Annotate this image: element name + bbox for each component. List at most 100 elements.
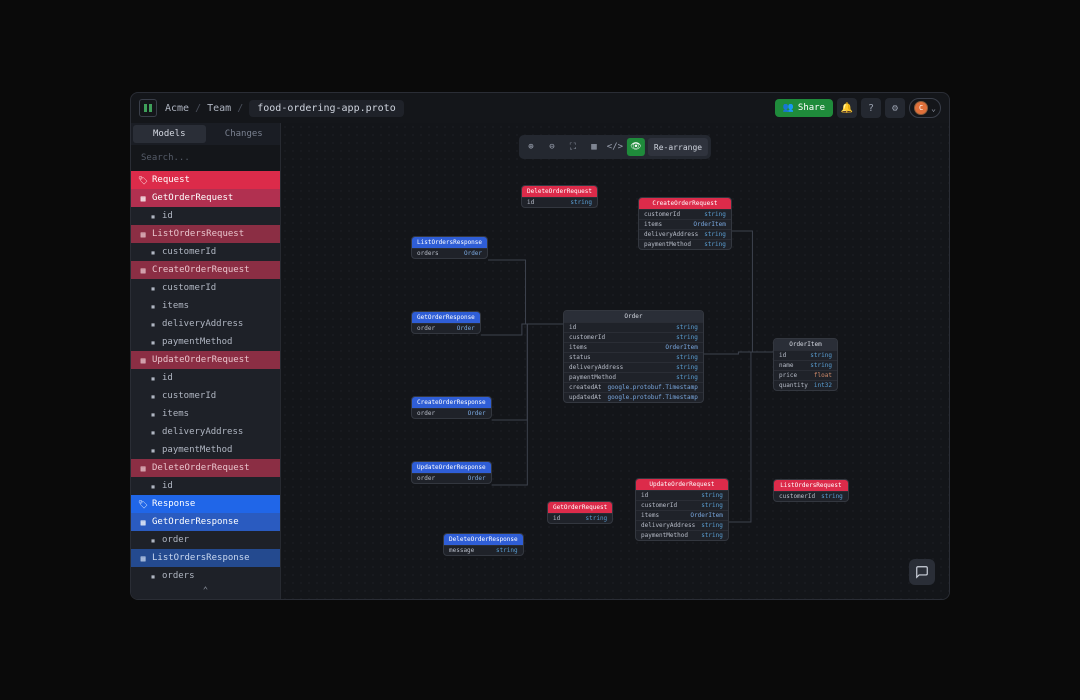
node-field[interactable]: deliveryAddressstring bbox=[636, 520, 728, 530]
node-field[interactable]: customerIdstring bbox=[639, 209, 731, 219]
node-field[interactable]: itemsOrderItem bbox=[564, 342, 703, 352]
preview-icon[interactable]: 👁 bbox=[627, 138, 645, 156]
node-field[interactable]: customerIdstring bbox=[564, 332, 703, 342]
field-items[interactable]: ▪items bbox=[131, 297, 280, 315]
field-items[interactable]: ▪items bbox=[131, 405, 280, 423]
field-paymentMethod[interactable]: ▪paymentMethod bbox=[131, 441, 280, 459]
field-orders[interactable]: ▪orders bbox=[131, 567, 280, 583]
node-GetOrderRequest[interactable]: GetOrderRequestidstring bbox=[547, 501, 613, 524]
settings-icon[interactable]: ⚙ bbox=[885, 98, 905, 118]
node-header[interactable]: Order bbox=[564, 311, 703, 322]
field-id[interactable]: ▪id bbox=[131, 369, 280, 387]
category-response[interactable]: 🏷Response bbox=[131, 495, 280, 513]
node-field[interactable]: idstring bbox=[548, 513, 612, 523]
node-field[interactable]: idstring bbox=[774, 350, 837, 360]
model-ListOrdersResponse[interactable]: ▦ListOrdersResponse bbox=[131, 549, 280, 567]
node-field[interactable]: ordersOrder bbox=[412, 248, 487, 258]
node-field[interactable]: pricefloat bbox=[774, 370, 837, 380]
node-field[interactable]: deliveryAddressstring bbox=[564, 362, 703, 372]
model-CreateOrderRequest[interactable]: ▦CreateOrderRequest bbox=[131, 261, 280, 279]
node-field[interactable]: idstring bbox=[522, 197, 597, 207]
node-DeleteOrderRequest[interactable]: DeleteOrderRequestidstring bbox=[521, 185, 598, 208]
field-customerId[interactable]: ▪customerId bbox=[131, 279, 280, 297]
field-customerId[interactable]: ▪customerId bbox=[131, 243, 280, 261]
node-field[interactable]: customerIdstring bbox=[636, 500, 728, 510]
field-id[interactable]: ▪id bbox=[131, 207, 280, 225]
node-CreateOrderResponse[interactable]: CreateOrderResponseorderOrder bbox=[411, 396, 492, 419]
node-header[interactable]: DeleteOrderResponse bbox=[444, 534, 523, 545]
app-logo[interactable] bbox=[139, 99, 157, 117]
field-deliveryAddress[interactable]: ▪deliveryAddress bbox=[131, 315, 280, 333]
node-header[interactable]: CreateOrderRequest bbox=[639, 198, 731, 209]
field-customerId[interactable]: ▪customerId bbox=[131, 387, 280, 405]
node-header[interactable]: GetOrderRequest bbox=[548, 502, 612, 513]
fit-icon[interactable]: ⛶ bbox=[564, 138, 582, 156]
node-field[interactable]: orderOrder bbox=[412, 408, 491, 418]
node-field[interactable]: idstring bbox=[564, 322, 703, 332]
node-field[interactable]: customerIdstring bbox=[774, 491, 848, 501]
node-field[interactable]: updatedAtgoogle.protobuf.Timestamp bbox=[564, 392, 703, 402]
model-ListOrdersRequest[interactable]: ▦ListOrdersRequest bbox=[131, 225, 280, 243]
rearrange-button[interactable]: Re-arrange bbox=[648, 138, 708, 156]
node-GetOrderResponse[interactable]: GetOrderResponseorderOrder bbox=[411, 311, 481, 334]
field-icon: ▪ bbox=[149, 482, 157, 490]
node-UpdateOrderRequest[interactable]: UpdateOrderRequestidstringcustomerIdstri… bbox=[635, 478, 729, 541]
node-UpdateOrderResponse[interactable]: UpdateOrderResponseorderOrder bbox=[411, 461, 492, 484]
node-header[interactable]: DeleteOrderRequest bbox=[522, 186, 597, 197]
node-OrderItem[interactable]: OrderItemidstringnamestringpricefloatqua… bbox=[773, 338, 838, 391]
zoom-out-icon[interactable]: ⊖ bbox=[543, 138, 561, 156]
node-field[interactable]: orderOrder bbox=[412, 473, 491, 483]
node-header[interactable]: OrderItem bbox=[774, 339, 837, 350]
node-field[interactable]: idstring bbox=[636, 490, 728, 500]
node-field[interactable]: deliveryAddressstring bbox=[639, 229, 731, 239]
avatar: C bbox=[914, 101, 928, 115]
node-header[interactable]: ListOrdersResponse bbox=[412, 237, 487, 248]
tab-models[interactable]: Models bbox=[133, 125, 206, 143]
crumb-team[interactable]: Team bbox=[207, 103, 231, 114]
node-field[interactable]: paymentMethodstring bbox=[636, 530, 728, 540]
model-GetOrderResponse[interactable]: ▦GetOrderResponse bbox=[131, 513, 280, 531]
node-ListOrdersResponse[interactable]: ListOrdersResponseordersOrder bbox=[411, 236, 488, 259]
node-header[interactable]: UpdateOrderResponse bbox=[412, 462, 491, 473]
collapse-sidebar[interactable]: ⌃ bbox=[131, 583, 280, 599]
node-field[interactable]: itemsOrderItem bbox=[636, 510, 728, 520]
help-icon[interactable]: ? bbox=[861, 98, 881, 118]
zoom-in-icon[interactable]: ⊕ bbox=[522, 138, 540, 156]
node-field[interactable]: createdAtgoogle.protobuf.Timestamp bbox=[564, 382, 703, 392]
node-field[interactable]: itemsOrderItem bbox=[639, 219, 731, 229]
node-field[interactable]: paymentMethodstring bbox=[639, 239, 731, 249]
tab-changes[interactable]: Changes bbox=[208, 123, 281, 145]
node-field[interactable]: messagestring bbox=[444, 545, 523, 555]
share-button[interactable]: 👥 Share bbox=[775, 99, 833, 117]
crumb-org[interactable]: Acme bbox=[165, 103, 189, 114]
node-field[interactable]: statusstring bbox=[564, 352, 703, 362]
node-field[interactable]: quantityint32 bbox=[774, 380, 837, 390]
node-CreateOrderRequest[interactable]: CreateOrderRequestcustomerIdstringitemsO… bbox=[638, 197, 732, 250]
node-header[interactable]: GetOrderResponse bbox=[412, 312, 480, 323]
model-UpdateOrderRequest[interactable]: ▦UpdateOrderRequest bbox=[131, 351, 280, 369]
crumb-file[interactable]: food-ordering-app.proto bbox=[249, 100, 403, 117]
node-Order[interactable]: OrderidstringcustomerIdstringitemsOrderI… bbox=[563, 310, 704, 403]
node-header[interactable]: ListOrdersRequest bbox=[774, 480, 848, 491]
field-paymentMethod[interactable]: ▪paymentMethod bbox=[131, 333, 280, 351]
canvas[interactable]: ⊕ ⊖ ⛶ ▦ </> 👁 Re-arrange DeleteOrderRequ… bbox=[281, 123, 949, 599]
code-icon[interactable]: </> bbox=[606, 138, 624, 156]
node-DeleteOrderResponse[interactable]: DeleteOrderResponsemessagestring bbox=[443, 533, 524, 556]
model-DeleteOrderRequest[interactable]: ▦DeleteOrderRequest bbox=[131, 459, 280, 477]
chat-fab[interactable] bbox=[909, 559, 935, 585]
model-GetOrderRequest[interactable]: ▦GetOrderRequest bbox=[131, 189, 280, 207]
layers-icon[interactable]: ▦ bbox=[585, 138, 603, 156]
field-id[interactable]: ▪id bbox=[131, 477, 280, 495]
node-field[interactable]: paymentMethodstring bbox=[564, 372, 703, 382]
node-header[interactable]: UpdateOrderRequest bbox=[636, 479, 728, 490]
user-menu[interactable]: C ⌄ bbox=[909, 98, 941, 118]
search-input[interactable]: Search... bbox=[131, 145, 280, 171]
node-field[interactable]: orderOrder bbox=[412, 323, 480, 333]
node-field[interactable]: namestring bbox=[774, 360, 837, 370]
field-deliveryAddress[interactable]: ▪deliveryAddress bbox=[131, 423, 280, 441]
node-header[interactable]: CreateOrderResponse bbox=[412, 397, 491, 408]
node-ListOrdersRequest[interactable]: ListOrdersRequestcustomerIdstring bbox=[773, 479, 849, 502]
category-request[interactable]: 🏷Request bbox=[131, 171, 280, 189]
notifications-icon[interactable]: 🔔 bbox=[837, 98, 857, 118]
field-order[interactable]: ▪order bbox=[131, 531, 280, 549]
